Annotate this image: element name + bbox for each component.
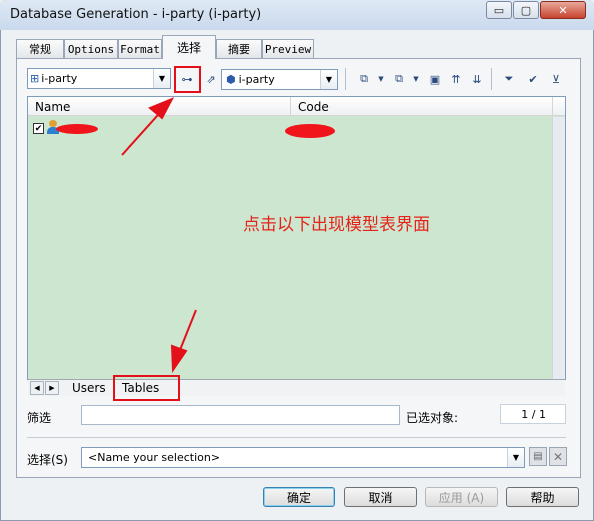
annotation-arrows — [121, 97, 197, 374]
arrow-to-tables-tab — [170, 309, 197, 374]
tab-selection[interactable]: 选择 — [162, 35, 216, 59]
arrow-to-toolbar-icon — [121, 97, 175, 156]
